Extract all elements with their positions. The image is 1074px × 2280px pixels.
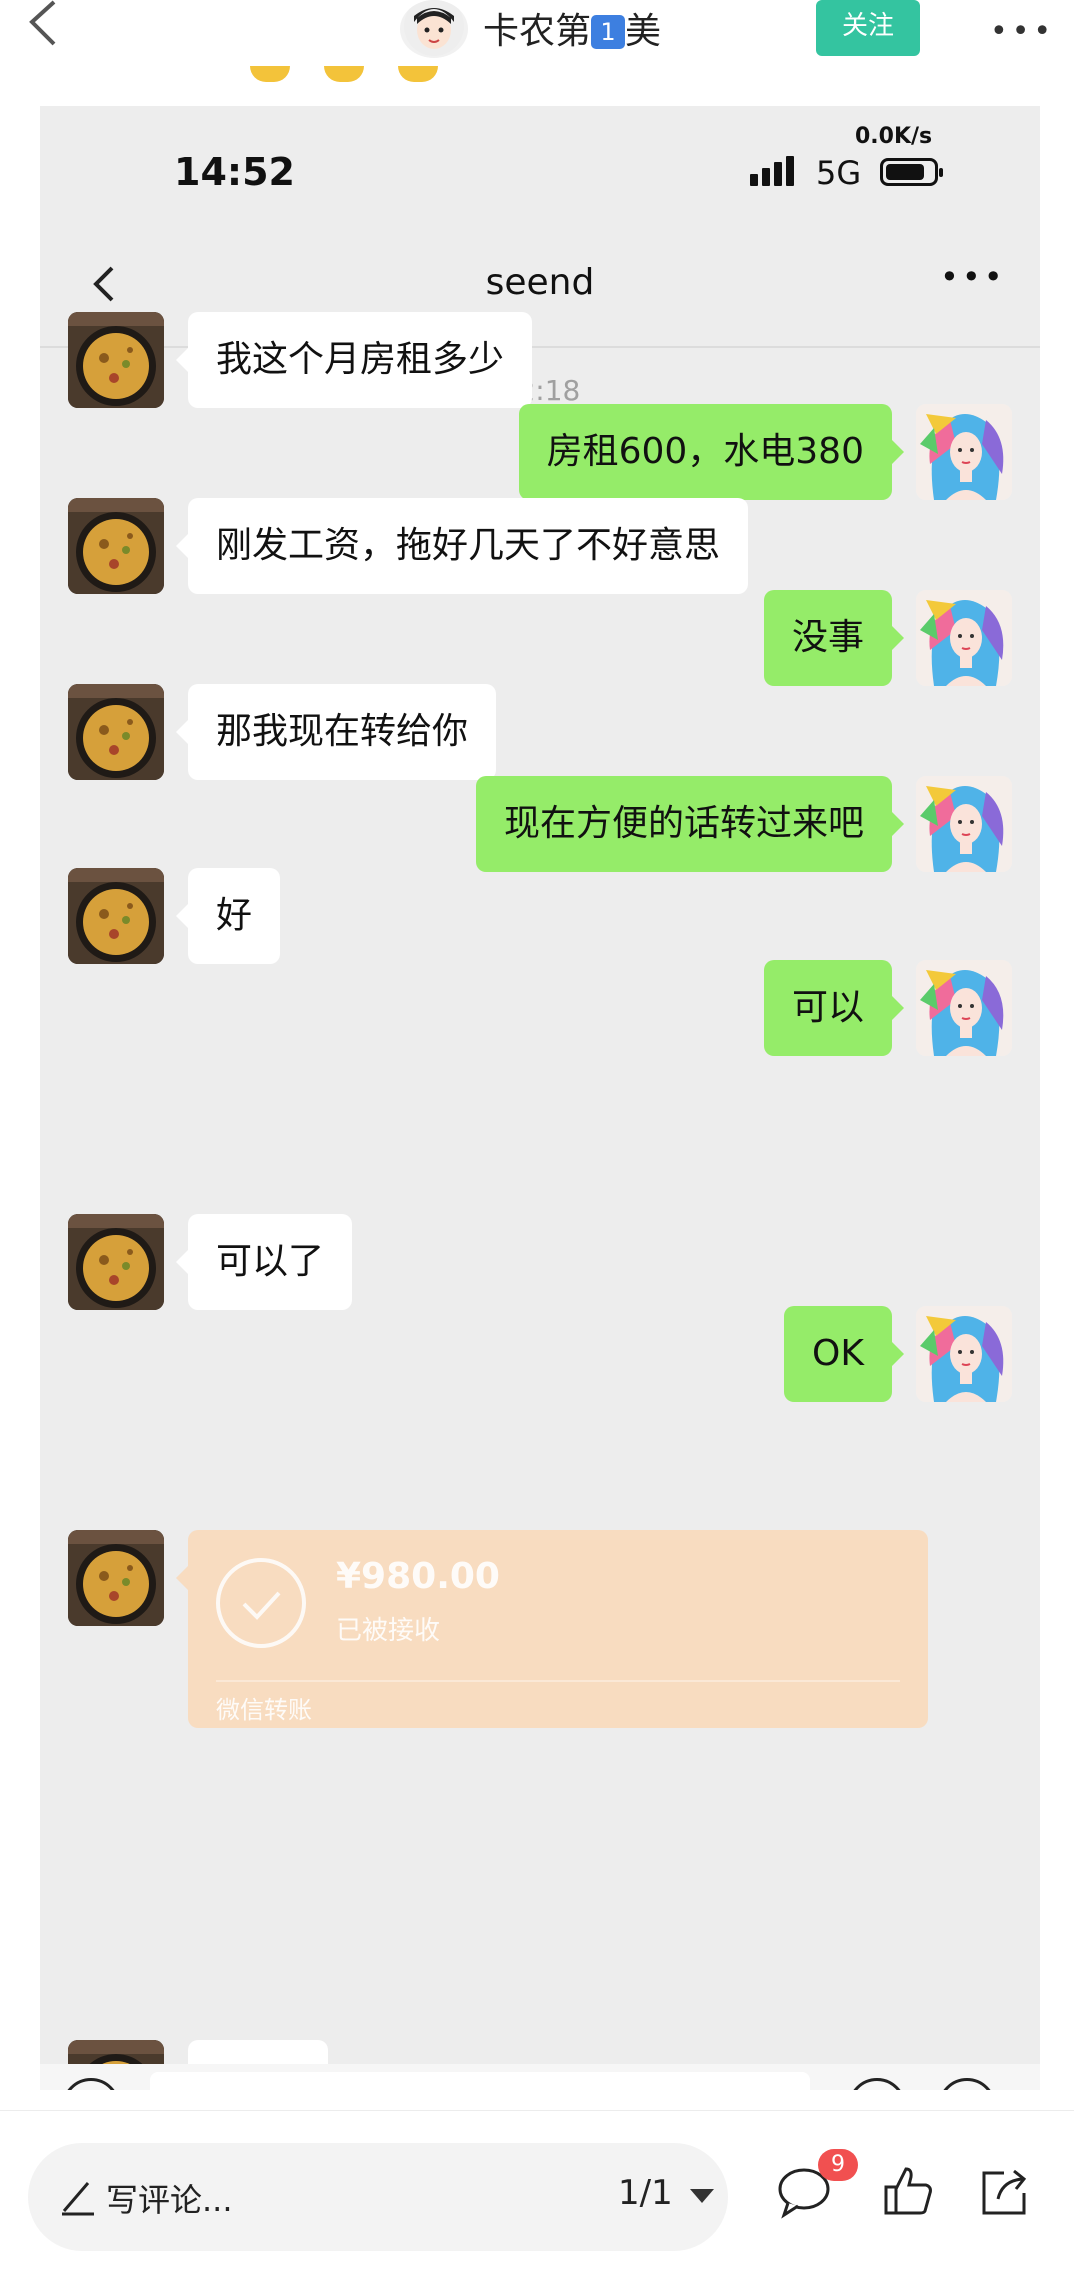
status-time: 14:52 xyxy=(174,150,295,194)
avatar[interactable] xyxy=(68,1214,164,1310)
avatar[interactable] xyxy=(68,1530,164,1626)
net-speed: 0.0K/s xyxy=(855,124,933,149)
avatar[interactable] xyxy=(916,404,1012,500)
follow-button[interactable]: 关注 xyxy=(816,0,920,56)
divider xyxy=(216,1680,900,1682)
author-name[interactable]: 卡农第 1 美 xyxy=(483,2,661,54)
network-type: 5G xyxy=(816,154,862,192)
emoji-strip xyxy=(250,66,450,96)
page-count[interactable]: 1/1 xyxy=(618,2173,673,2213)
avatar[interactable] xyxy=(68,498,164,594)
message-bubble-incoming[interactable]: 好 xyxy=(175,868,281,964)
emoji-icon[interactable] xyxy=(848,2078,906,2090)
plus-icon[interactable] xyxy=(938,2078,996,2090)
message-input[interactable] xyxy=(150,2072,810,2090)
transfer-check-icon xyxy=(216,1558,306,1648)
avatar[interactable] xyxy=(68,312,164,408)
message-bubble-outgoing[interactable]: 没事 xyxy=(763,590,905,686)
post-header: 卡农第 1 美 关注 ••• xyxy=(0,0,1074,100)
message-bubble-incoming[interactable]: 我这个月房租多少 xyxy=(175,312,533,408)
message-bubble-outgoing[interactable]: OK xyxy=(784,1306,904,1402)
message-bubble-outgoing[interactable]: 现在方便的话转过来吧 xyxy=(475,776,905,872)
transfer-amount: ¥980.00 xyxy=(336,1556,500,1597)
input-bar xyxy=(40,2064,1040,2090)
avatar[interactable] xyxy=(916,960,1012,1056)
pen-icon xyxy=(58,2177,98,2217)
avatar[interactable] xyxy=(68,684,164,780)
message-bubble-incoming[interactable]: 那我现在转给你 xyxy=(175,684,497,780)
transfer-card[interactable]: ¥980.00 已被接收 微信转账 xyxy=(176,1530,928,1728)
message-bubble-incoming[interactable]: 刚发工资，拖好几天了不好意思 xyxy=(175,498,749,594)
message-bubble-outgoing[interactable]: 可以 xyxy=(763,960,905,1056)
chevron-down-icon[interactable] xyxy=(690,2189,714,2203)
bottom-bar: 写评论... 1/1 9 xyxy=(0,2110,1074,2280)
chat-title: seend xyxy=(485,262,595,303)
chat-screenshot: 0.0K/s 14:52 5G seend ••• 02:18 我这个月房租多少… xyxy=(40,106,1040,2090)
avatar[interactable] xyxy=(916,590,1012,686)
transfer-status: 已被接收 xyxy=(336,1616,441,1646)
comment-count-badge: 9 xyxy=(818,2149,858,2181)
comment-placeholder: 写评论... xyxy=(106,2181,233,2219)
author-avatar[interactable] xyxy=(400,0,468,58)
avatar[interactable] xyxy=(916,1306,1012,1402)
share-icon[interactable] xyxy=(976,2163,1032,2219)
signal-icon xyxy=(750,156,802,186)
battery-icon xyxy=(880,158,943,186)
transfer-label: 微信转账 xyxy=(216,1696,312,1724)
avatar[interactable] xyxy=(68,868,164,964)
more-icon[interactable]: ••• xyxy=(940,258,1006,296)
avatar[interactable] xyxy=(916,776,1012,872)
comment-input[interactable]: 写评论... 1/1 xyxy=(28,2143,728,2251)
like-icon[interactable] xyxy=(880,2163,936,2219)
more-icon[interactable]: ••• xyxy=(990,14,1055,49)
back-icon[interactable] xyxy=(22,0,62,50)
message-bubble-incoming[interactable]: 可以了 xyxy=(175,1214,353,1310)
voice-icon[interactable] xyxy=(62,2078,120,2090)
message-bubble-outgoing[interactable]: 房租600，水电380 xyxy=(518,404,905,500)
